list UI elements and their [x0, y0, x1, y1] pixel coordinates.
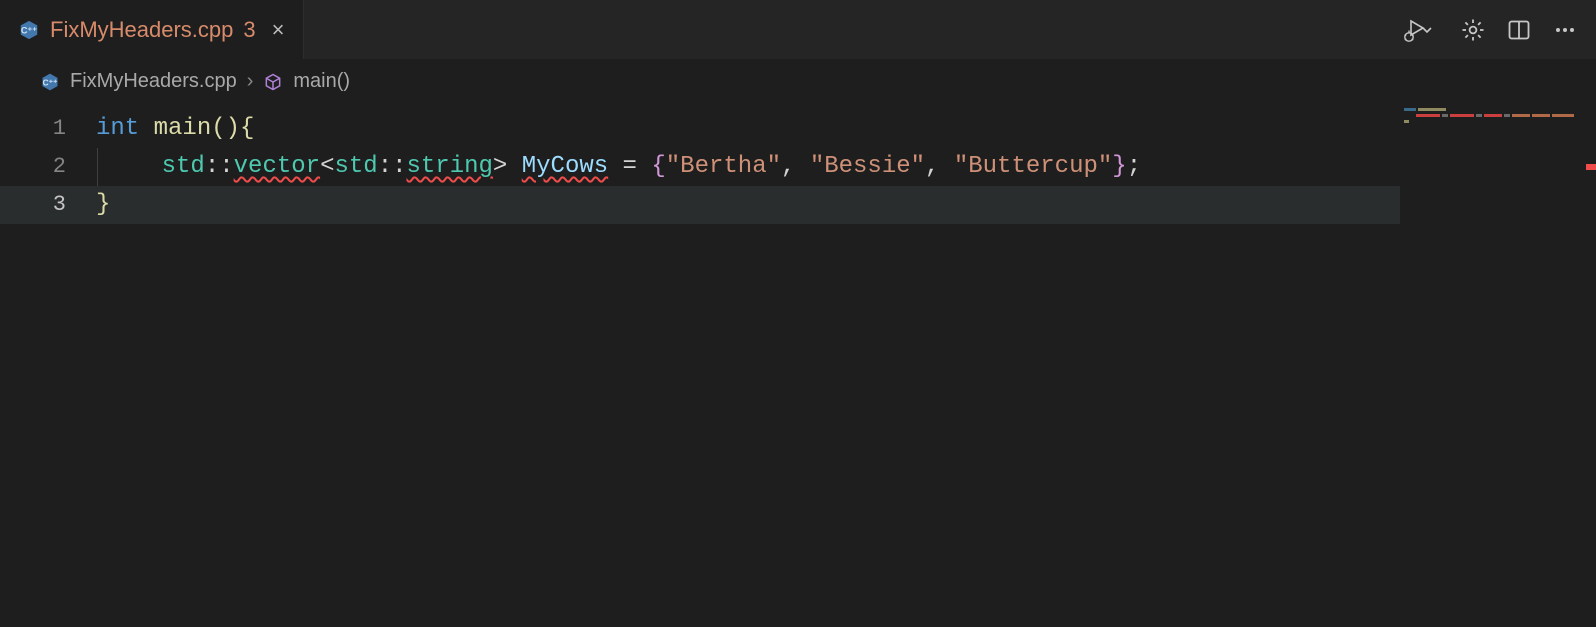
gear-icon[interactable]: [1460, 17, 1486, 43]
tab-error-count: 3: [243, 17, 255, 43]
editor-actions: [1394, 0, 1588, 59]
symbol-cube-icon: [263, 72, 283, 92]
code-content[interactable]: }: [96, 186, 110, 224]
breadcrumb-file[interactable]: FixMyHeaders.cpp: [70, 70, 237, 93]
cpp-file-icon: C⁺⁺: [40, 72, 60, 92]
line-number: 1: [0, 110, 96, 148]
line-number: 2: [0, 148, 96, 186]
breadcrumb-separator: ›: [247, 70, 254, 93]
code-line: 2 std::vector<std::string> MyCows = {"Be…: [0, 148, 1400, 186]
run-debug-icon[interactable]: [1394, 17, 1440, 43]
split-editor-icon[interactable]: [1506, 17, 1532, 43]
breadcrumb[interactable]: C⁺⁺ FixMyHeaders.cpp › main(): [0, 60, 1596, 104]
code-editor[interactable]: 1 int main(){ 2 std::vector<std::string>…: [0, 104, 1400, 627]
svg-text:C⁺⁺: C⁺⁺: [21, 25, 37, 35]
cpp-file-icon: C⁺⁺: [18, 19, 40, 41]
minimap[interactable]: [1400, 104, 1596, 627]
editor-area: 1 int main(){ 2 std::vector<std::string>…: [0, 104, 1596, 627]
code-content[interactable]: int main(){: [96, 110, 254, 148]
code-line: 3 }: [0, 186, 1400, 224]
close-icon[interactable]: ×: [272, 19, 285, 41]
line-number: 3: [0, 186, 96, 224]
svg-text:C⁺⁺: C⁺⁺: [43, 77, 58, 87]
tab-bar: C⁺⁺ FixMyHeaders.cpp 3 ×: [0, 0, 1596, 60]
tab-filename: FixMyHeaders.cpp: [50, 17, 233, 43]
ellipsis-icon[interactable]: [1552, 17, 1578, 43]
code-line: 1 int main(){: [0, 110, 1400, 148]
breadcrumb-symbol[interactable]: main(): [293, 70, 350, 93]
editor-tab[interactable]: C⁺⁺ FixMyHeaders.cpp 3 ×: [0, 0, 304, 59]
code-content[interactable]: std::vector<std::string> MyCows = {"Bert…: [97, 148, 1141, 186]
overview-ruler-error[interactable]: [1586, 164, 1596, 170]
